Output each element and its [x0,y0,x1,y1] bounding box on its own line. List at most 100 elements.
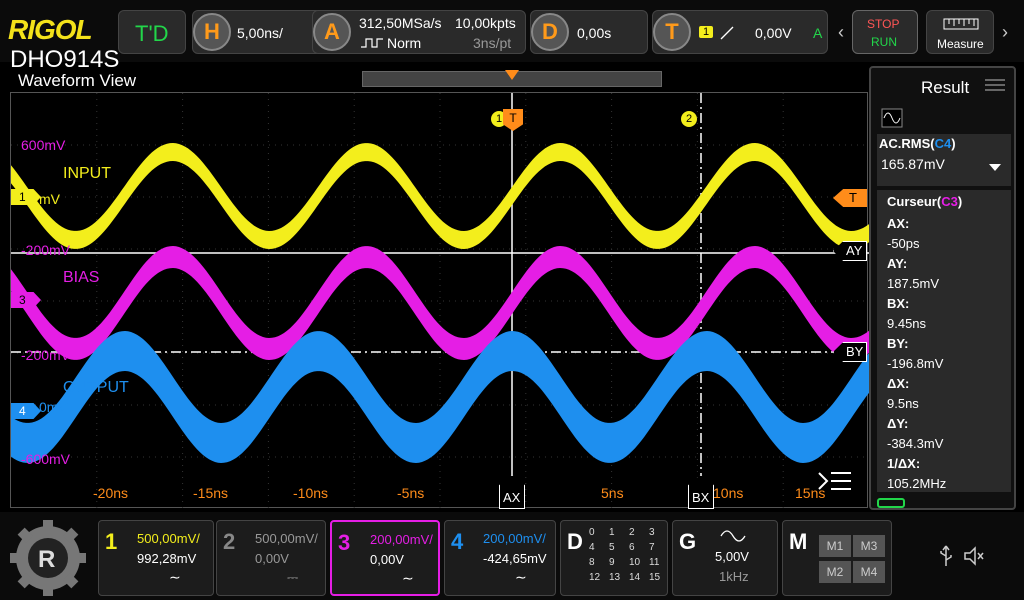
ch2-scale: 500,00mV/ [255,531,318,546]
cursor-key-2: BX: [887,296,910,311]
sine-measure-icon [881,108,903,128]
digital-channel-5: 5 [609,542,615,553]
cursor-value-4: 9.5ns [887,396,919,411]
meas-name: AC.RMS( [879,136,935,151]
model-name: DHO914S [10,46,120,73]
xtick-0: -20ns [93,485,129,501]
trigger-mode: A [813,25,823,41]
digital-channel-14: 14 [629,572,641,583]
delay-panel[interactable]: D 0,00s [530,10,648,54]
marker-2-badge[interactable]: 2 [681,111,697,127]
measure-button[interactable]: Measure [926,10,994,54]
ch3-number: 3 [338,530,351,555]
acq-mode: Norm [387,35,422,51]
meas-source: C4 [934,136,952,151]
digital-channel-12: 12 [589,572,601,583]
ch4-coupling-icon: ∼ [515,569,527,585]
digital-channel-15: 15 [649,572,661,583]
speaker-mute-icon[interactable] [962,544,986,568]
digital-channel-10: 10 [629,557,641,568]
result-expand-tab[interactable] [877,498,905,508]
cursor-value-0: -50ps [887,236,920,251]
top-bar: RIGOL DHO914S T'D H 5,00ns/ A 312,50MSa/… [0,0,1024,73]
xtick-5: 10ns [713,485,744,501]
trigger-position-marker[interactable] [505,70,519,80]
cursor-key-5: ΔY: [887,416,909,431]
waveform-svg [11,93,869,509]
xtick-2: -10ns [293,485,329,501]
digital-box[interactable]: D 0 1 2 3 4 5 6 7 8 9 10 11 12 13 14 15 [560,520,668,596]
usb-icon [940,545,952,566]
result-panel: Result AC.RMS(C4) 165.87mV Curseur(C3) A… [869,66,1016,510]
h-icon: H [193,13,231,51]
run-stop-button[interactable]: STOP RUN [852,10,918,54]
timebase-value: 5,00ns/ [237,25,283,41]
label-output: OUTPUT [63,379,129,396]
cursor-value-2: 9.45ns [887,316,927,331]
ch3-scale: 200,00mV/ [370,532,433,547]
svg-text:R: R [38,546,55,573]
ch4-box[interactable]: 4 200,00mV/ -424,65mV ∼ [444,520,556,596]
chevron-right-icon[interactable]: › [1002,22,1008,43]
chevron-left-icon[interactable]: ‹ [838,22,844,43]
digital-channel-4: 4 [589,542,595,553]
digital-channel-3: 3 [649,527,655,538]
meas-card[interactable]: AC.RMS(C4) 165.87mV [877,108,1011,186]
cursor-close: ) [957,194,963,209]
digital-letter: D [567,529,583,554]
ch1-number: 1 [105,529,118,554]
digital-channel-7: 7 [649,542,655,553]
cursor-key-1: AY: [887,256,908,271]
sample-rate: 312,50MSa/s [359,15,442,31]
ch1-box[interactable]: 1 500,00mV/ 992,28mV ∼ [98,520,214,596]
digital-channel-1: 1 [609,527,615,538]
timedomain-button[interactable]: T'D [118,10,186,54]
cursor-source: C3 [941,194,958,209]
rising-edge-icon [720,26,734,40]
ch4-number: 4 [451,529,464,554]
label-input: INPUT [63,165,111,182]
label-bias: BIAS [63,269,100,286]
math-m2[interactable]: M2 [819,561,851,583]
trigger-level: 0,00V [755,25,792,41]
digital-channel-9: 9 [609,557,615,568]
ch3-scale-neg200mv: -200mV [21,242,71,258]
run-label: RUN [871,35,897,49]
generator-box[interactable]: G 5,00V 1kHz [672,520,778,596]
generator-frequency: 1kHz [719,569,749,584]
ch4-offset-label: 0mV [39,399,68,415]
result-title: Result [921,78,970,97]
xtick-1: -15ns [193,485,229,501]
math-box[interactable]: M M1 M3 M2 M4 [782,520,892,596]
menu-collapse-icon[interactable] [817,469,853,497]
ch3-scale-600mv: 600mV [21,137,66,153]
result-menu-icon[interactable] [985,78,1005,92]
math-m1[interactable]: M1 [819,535,851,557]
d-icon: D [531,13,569,51]
math-m4[interactable]: M4 [853,561,885,583]
digital-channel-2: 2 [629,527,635,538]
trigger-panel[interactable]: T 1 0,00V A [652,10,828,54]
ch1-coupling-icon: ∼ [169,569,181,585]
meas-close: ) [951,136,956,151]
ch3-box[interactable]: 3 200,00mV/ 0,00V ∼ [330,520,440,596]
ch3-scale-neg600mv: -600mV [21,451,71,467]
horizontal-panel[interactable]: H 5,00ns/ [192,10,322,54]
home-gear-icon[interactable]: R [10,520,86,596]
cursor-card: Curseur(C3) AX: -50ps AY: 187.5mV BX: 9.45ns B… [877,190,1011,492]
ch2-number: 2 [223,529,236,554]
acquire-panel[interactable]: A 312,50MSa/s 10,00kpts Norm 3ns/pt [312,10,526,54]
ch1-scale: 500,00mV/ [137,531,200,546]
ch2-box[interactable]: 2 500,00mV/ 0,00V ⎓ [216,520,326,596]
ch3-coupling-icon: ∼ [402,570,414,586]
digital-channel-11: 11 [649,557,660,568]
waveform-screen[interactable]: 600mV mV -200mV -200mV 0mV -600mV INPUT … [10,92,869,509]
math-m3[interactable]: M3 [853,535,885,557]
math-letter: M [789,529,808,554]
waveform-view-title: Waveform View [18,71,137,90]
chevron-down-icon[interactable] [989,164,1001,171]
generator-letter: G [679,529,697,554]
cursor-value-1: 187.5mV [887,276,940,291]
cursor-title: Curseur( [887,194,942,209]
ch1-offset-label: mV [39,191,60,207]
